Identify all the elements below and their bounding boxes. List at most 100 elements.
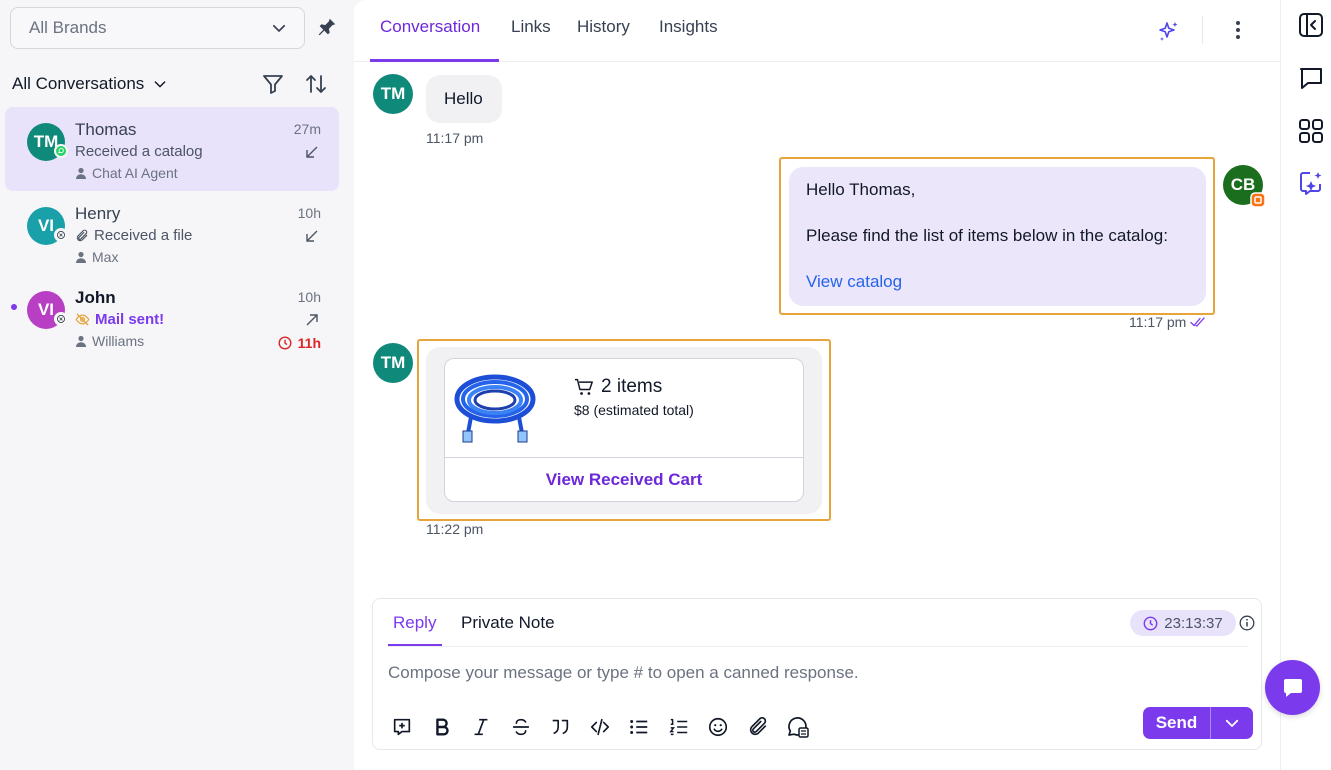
conversation-filter-header: All Conversations (12, 70, 342, 98)
conversation-list: TM Thomas 27m Received a catalog Chat AI… (5, 107, 339, 359)
cart-total: $8 (estimated total) (574, 402, 694, 418)
numbered-list-button[interactable] (668, 715, 708, 739)
view-catalog-link[interactable]: View catalog (806, 271, 1189, 293)
whatsapp-template-button[interactable] (786, 715, 826, 739)
eye-off-icon (75, 313, 90, 326)
filter-icon[interactable] (261, 72, 285, 96)
conversation-panel: Conversation Links History Insights TM H… (354, 0, 1280, 770)
conversation-time: 10h (297, 289, 321, 305)
bold-icon (435, 718, 449, 736)
apps-grid-icon[interactable] (1298, 118, 1324, 144)
tab-links[interactable]: Links (511, 17, 551, 37)
cart-summary: 2 items (574, 376, 662, 398)
chevron-down-icon (154, 81, 166, 88)
outgoing-message-bubble: Hello Thomas, Please find the list of it… (789, 167, 1206, 306)
bold-button[interactable] (431, 715, 471, 739)
closed-channel-icon (54, 228, 68, 242)
emoji-icon (708, 717, 728, 737)
agent-name: Chat AI Agent (92, 165, 178, 181)
bullet-list-icon (630, 720, 648, 734)
conversation-time: 27m (293, 121, 321, 137)
ai-assistant-icon[interactable] (1298, 170, 1324, 196)
more-options-icon[interactable] (1226, 18, 1250, 42)
formatting-toolbar (391, 715, 826, 739)
message-timestamp: 11:17 pm (426, 130, 484, 146)
conversation-agent: Max (75, 249, 118, 265)
conversation-item[interactable]: VI John 10h Mail sent! Williams 11h (5, 275, 339, 359)
send-button[interactable]: Send (1143, 707, 1253, 739)
clock-icon (1143, 616, 1158, 630)
contact-avatar: TM (373, 74, 413, 114)
conversation-filter-dropdown[interactable]: All Conversations (12, 74, 168, 94)
info-icon[interactable] (1239, 615, 1255, 631)
conversation-name: Thomas (75, 120, 137, 139)
collapse-panel-icon[interactable] (1298, 12, 1324, 38)
sla-timer-badge: 23:13:37 (1130, 610, 1236, 636)
conversation-name: Henry (75, 204, 121, 223)
sla-late-time: 11h (297, 335, 321, 351)
conversation-sidebar: All Brands All Conversations TM Thomas 2… (0, 0, 352, 770)
bullet-list-button[interactable] (628, 715, 668, 739)
whatsapp-icon (54, 144, 68, 158)
clock-icon (278, 336, 292, 350)
divider (388, 646, 1248, 647)
paperclip-icon (749, 717, 766, 736)
conversation-item[interactable]: TM Thomas 27m Received a catalog Chat AI… (5, 107, 339, 191)
chat-widget-button[interactable] (1265, 660, 1320, 715)
tab-insights[interactable]: Insights (659, 17, 718, 37)
message-timestamp: 11:17 pm (1129, 314, 1187, 330)
double-check-icon (1190, 317, 1205, 327)
cart-item-count: 2 items (601, 376, 663, 397)
incoming-message-bubble: Hello (426, 75, 502, 123)
unread-indicator (11, 304, 17, 310)
send-label: Send (1155, 713, 1198, 732)
numbered-list-icon (668, 718, 687, 736)
user-icon (76, 167, 86, 179)
attachment-button[interactable] (747, 715, 787, 739)
cable-product-image (454, 374, 536, 443)
conversation-preview: Received a file (75, 227, 192, 244)
emoji-button[interactable] (707, 715, 747, 739)
cart-card: 2 items $8 (estimated total) View Receiv… (444, 358, 804, 502)
sort-icon[interactable] (304, 72, 328, 96)
conversation-filter-label: All Conversations (12, 74, 145, 93)
view-received-cart-button[interactable]: View Received Cart (445, 458, 803, 502)
sla-late-badge: 11h (278, 335, 321, 351)
conversation-preview-text: Received a file (94, 227, 193, 244)
chat-bubble-icon[interactable] (1298, 65, 1324, 91)
conversation-preview-text: Mail sent! (95, 311, 165, 328)
tab-private-note[interactable]: Private Note (461, 613, 555, 633)
user-icon (76, 251, 86, 263)
closed-channel-icon (54, 312, 68, 326)
tab-reply[interactable]: Reply (393, 613, 436, 633)
user-icon (76, 335, 86, 347)
pin-icon[interactable] (316, 16, 338, 38)
conversation-item[interactable]: VI Henry 10h Received a file Max (5, 191, 339, 275)
active-tab-indicator (370, 59, 499, 62)
strikethrough-button[interactable] (510, 715, 550, 739)
tab-history[interactable]: History (577, 17, 630, 37)
channel-badge-icon (1250, 192, 1266, 208)
whatsapp-template-icon (788, 717, 809, 738)
message-timestamp: 11:22 pm (426, 521, 484, 537)
brand-select[interactable]: All Brands (10, 7, 305, 49)
code-button[interactable] (589, 715, 629, 739)
strikethrough-icon (512, 718, 529, 736)
canned-response-button[interactable] (391, 715, 431, 739)
message-text: Hello (444, 89, 483, 108)
message-input[interactable]: Compose your message or type # to open a… (388, 663, 859, 683)
paperclip-icon (76, 229, 88, 241)
ai-sparkle-icon[interactable] (1157, 19, 1181, 43)
send-options-button[interactable] (1211, 714, 1253, 732)
chevron-down-icon (272, 24, 286, 32)
agent-name: Max (92, 249, 119, 265)
tab-conversation[interactable]: Conversation (380, 17, 480, 37)
italic-button[interactable] (470, 715, 510, 739)
italic-icon (474, 718, 488, 736)
chat-bubble-icon (1283, 678, 1302, 697)
message-plus-icon (393, 718, 411, 736)
quote-button[interactable] (549, 715, 589, 739)
conversation-time: 10h (297, 205, 321, 221)
brand-select-value: All Brands (29, 18, 107, 37)
chevron-down-icon (1225, 719, 1239, 727)
